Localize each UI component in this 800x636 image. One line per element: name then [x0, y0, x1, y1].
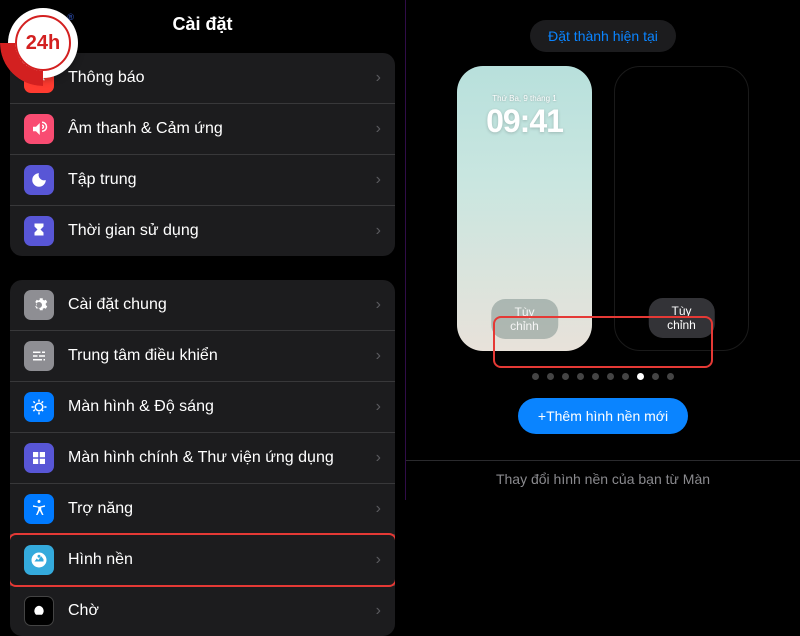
row-label: Thông báo — [68, 69, 376, 87]
chevron-right-icon: › — [376, 602, 381, 620]
customize-lockscreen-button[interactable]: Tùy chỉnh — [491, 299, 559, 339]
wallpaper-previews: Thứ Ba, 9 tháng 1 09:41 Tùy chỉnh Tùy ch… — [406, 66, 800, 351]
lockscreen-preview[interactable]: Thứ Ba, 9 tháng 1 09:41 Tùy chỉnh — [457, 66, 592, 351]
accessibility-icon — [24, 494, 54, 524]
chevron-right-icon: › — [376, 69, 381, 87]
settings-row-man-hinh-do-sang[interactable]: Màn hình & Độ sáng › — [10, 382, 395, 433]
wallpaper-screen: Đặt thành hiện tại Thứ Ba, 9 tháng 1 09:… — [405, 0, 800, 500]
site-watermark: 24h ® — [8, 8, 78, 78]
watermark-registered: ® — [67, 12, 74, 22]
row-label: Hình nền — [68, 551, 376, 569]
chevron-right-icon: › — [376, 449, 381, 467]
row-label: Thời gian sử dụng — [68, 222, 376, 240]
chevron-right-icon: › — [376, 500, 381, 518]
customize-homescreen-button[interactable]: Tùy chỉnh — [648, 298, 715, 338]
standby-icon — [24, 596, 54, 626]
chevron-right-icon: › — [376, 398, 381, 416]
homescreen-preview[interactable]: Tùy chỉnh — [614, 66, 749, 351]
moon-icon — [24, 165, 54, 195]
row-label: Màn hình chính & Thư viện ứng dụng — [68, 449, 376, 467]
add-wallpaper-button[interactable]: +Thêm hình nền mới — [518, 398, 688, 434]
watermark-text: 24h — [26, 32, 60, 55]
page-dot[interactable] — [637, 373, 644, 380]
page-dot[interactable] — [577, 373, 584, 380]
row-label: Chờ — [68, 602, 376, 620]
page-dot[interactable] — [562, 373, 569, 380]
hourglass-icon — [24, 216, 54, 246]
page-dot[interactable] — [607, 373, 614, 380]
page-dots[interactable] — [406, 373, 800, 380]
page-dot[interactable] — [622, 373, 629, 380]
settings-row-thoi-gian[interactable]: Thời gian sử dụng › — [10, 206, 395, 256]
settings-row-man-hinh-chinh[interactable]: Màn hình chính & Thư viện ứng dụng › — [10, 433, 395, 484]
gear-icon — [24, 290, 54, 320]
lockscreen-time: 09:41 — [486, 103, 563, 140]
wallpaper-icon — [24, 545, 54, 575]
settings-row-hinh-nen[interactable]: Hình nền › — [10, 535, 395, 586]
settings-row-am-thanh[interactable]: Âm thanh & Cảm ứng › — [10, 104, 395, 155]
chevron-right-icon: › — [376, 347, 381, 365]
settings-group-1: Thông báo › Âm thanh & Cảm ứng › Tập tru… — [10, 53, 395, 256]
set-current-button[interactable]: Đặt thành hiện tại — [530, 20, 676, 52]
chevron-right-icon: › — [376, 171, 381, 189]
page-dot[interactable] — [547, 373, 554, 380]
page-dot[interactable] — [667, 373, 674, 380]
row-label: Tập trung — [68, 171, 376, 189]
page-dot[interactable] — [652, 373, 659, 380]
footer-hint: Thay đổi hình nền của bạn từ Màn — [406, 460, 800, 487]
row-label: Âm thanh & Cảm ứng — [68, 120, 376, 138]
settings-row-cho[interactable]: Chờ › — [10, 586, 395, 636]
row-label: Màn hình & Độ sáng — [68, 398, 376, 416]
brightness-icon — [24, 392, 54, 422]
settings-row-tap-trung[interactable]: Tập trung › — [10, 155, 395, 206]
chevron-right-icon: › — [376, 222, 381, 240]
sliders-icon — [24, 341, 54, 371]
page-dot[interactable] — [532, 373, 539, 380]
chevron-right-icon: › — [376, 551, 381, 569]
grid-icon — [24, 443, 54, 473]
page-dot[interactable] — [592, 373, 599, 380]
row-label: Trung tâm điều khiển — [68, 347, 376, 365]
settings-row-tro-nang[interactable]: Trợ năng › — [10, 484, 395, 535]
chevron-right-icon: › — [376, 296, 381, 314]
row-label: Trợ năng — [68, 500, 376, 518]
settings-group-2: Cài đặt chung › Trung tâm điều khiển › M… — [10, 280, 395, 636]
chevron-right-icon: › — [376, 120, 381, 138]
settings-row-trung-tam[interactable]: Trung tâm điều khiển › — [10, 331, 395, 382]
lockscreen-date: Thứ Ba, 9 tháng 1 — [492, 94, 557, 103]
settings-row-cai-dat-chung[interactable]: Cài đặt chung › — [10, 280, 395, 331]
row-label: Cài đặt chung — [68, 296, 376, 314]
sound-icon — [24, 114, 54, 144]
